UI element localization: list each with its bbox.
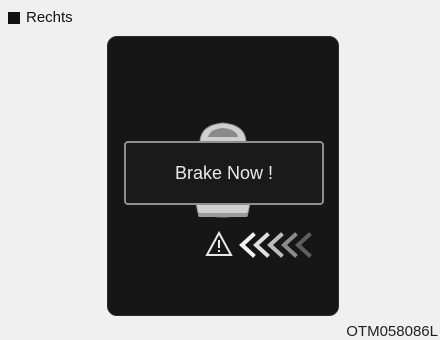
approach-indicator bbox=[205, 230, 312, 258]
brake-warning-box: Brake Now ! bbox=[124, 141, 324, 205]
section-heading: Rechts bbox=[8, 9, 73, 26]
cluster-display: Brake Now ! bbox=[107, 36, 339, 316]
approach-chevrons-icon bbox=[239, 232, 312, 258]
figure-code: OTM058086L bbox=[346, 323, 438, 340]
warning-text: Brake Now ! bbox=[174, 162, 274, 183]
square-bullet-icon bbox=[8, 11, 20, 24]
warning-triangle-icon bbox=[205, 230, 233, 256]
section-title: Rechts bbox=[26, 9, 73, 26]
